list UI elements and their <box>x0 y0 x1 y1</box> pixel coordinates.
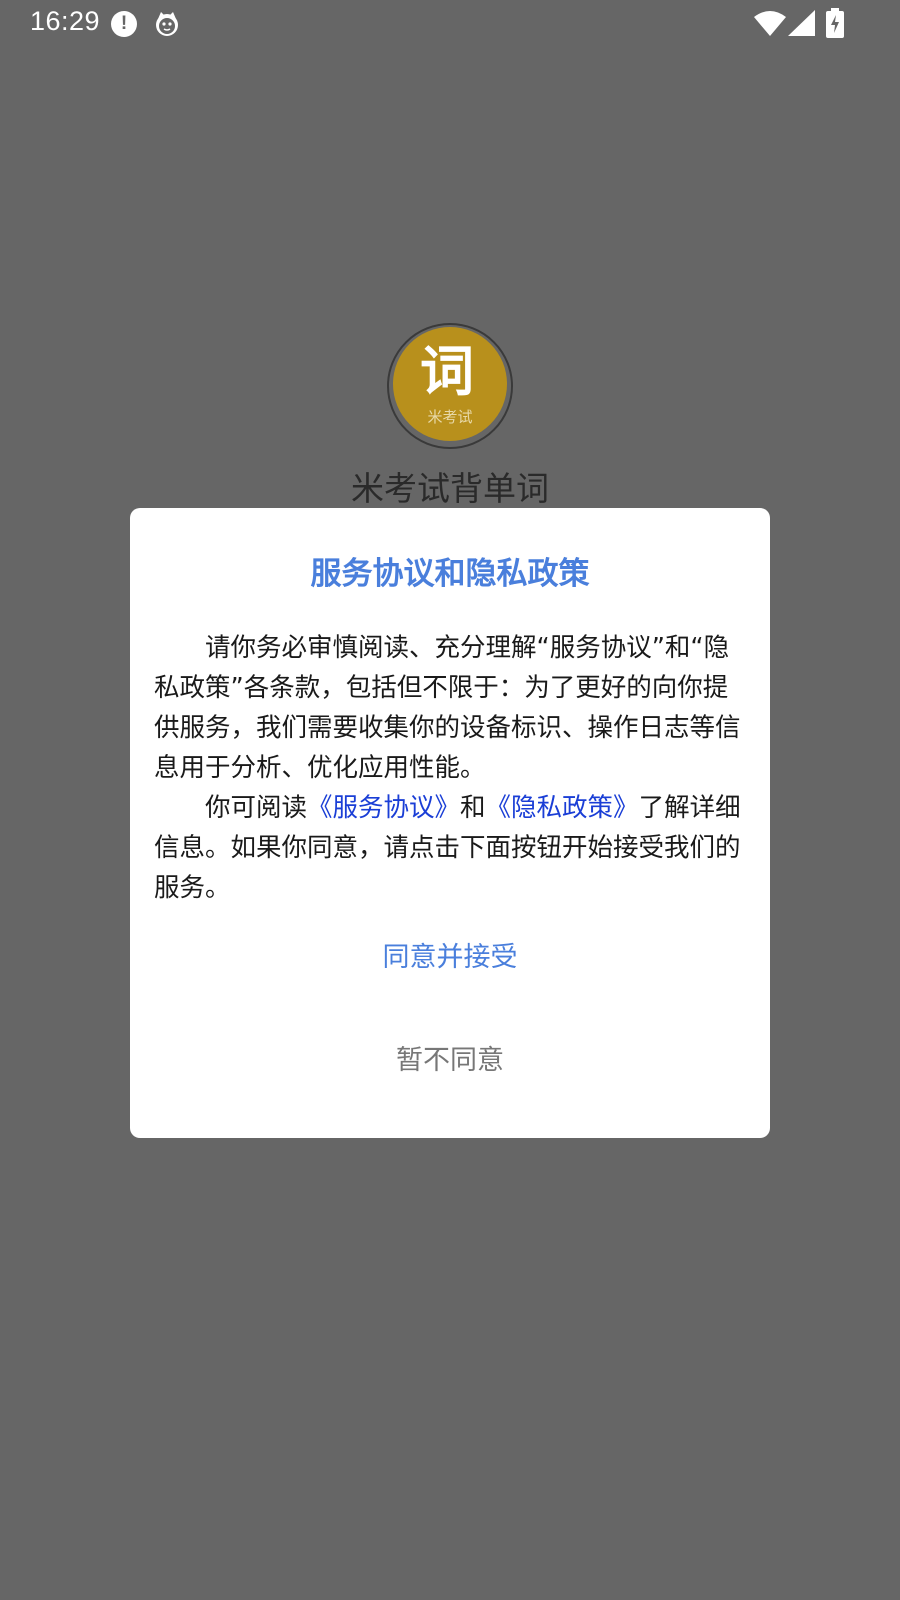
battery-charging-icon <box>826 8 844 38</box>
alert-icon: ! <box>111 11 137 37</box>
status-bar: 16:29 ! <box>0 0 900 48</box>
decline-button[interactable]: 暂不同意 <box>130 1031 770 1091</box>
dialog-body: 请你务必审慎阅读、充分理解“服务协议”和“隐私政策”各条款，包括但不限于：为了更… <box>154 628 748 908</box>
app-logo: 词 米考试 <box>387 323 513 449</box>
agree-button[interactable]: 同意并接受 <box>130 928 770 988</box>
paragraph-2-and: 和 <box>460 793 486 823</box>
dialog-paragraph-1: 请你务必审慎阅读、充分理解“服务协议”和“隐私政策”各条款，包括但不限于：为了更… <box>154 633 741 783</box>
logo-subtext: 米考试 <box>427 408 472 426</box>
signal-icon <box>788 10 815 36</box>
paragraph-2-prefix: 你可阅读 <box>205 793 308 823</box>
privacy-policy-link[interactable]: 《隐私政策》 <box>486 793 639 823</box>
status-time: 16:29 <box>30 6 101 36</box>
app-name: 米考试背单词 <box>351 469 549 508</box>
wifi-icon <box>754 11 786 36</box>
logo-char: 词 <box>420 340 474 403</box>
service-agreement-link[interactable]: 《服务协议》 <box>307 793 460 823</box>
dialog-title: 服务协议和隐私政策 <box>310 556 590 592</box>
privacy-dialog: 服务协议和隐私政策 请你务必审慎阅读、充分理解“服务协议”和“隐私政策”各条款，… <box>130 508 770 1138</box>
screen: 16:29 ! 词 米考试 米考试背单词 服务协议和隐私政策 请你务必审慎阅读、… <box>0 0 900 1600</box>
dialog-paragraph-2: 你可阅读《服务协议》和《隐私政策》了解详细信息。如果你同意，请点击下面按钮开始接… <box>154 788 748 908</box>
cat-icon <box>156 12 178 36</box>
